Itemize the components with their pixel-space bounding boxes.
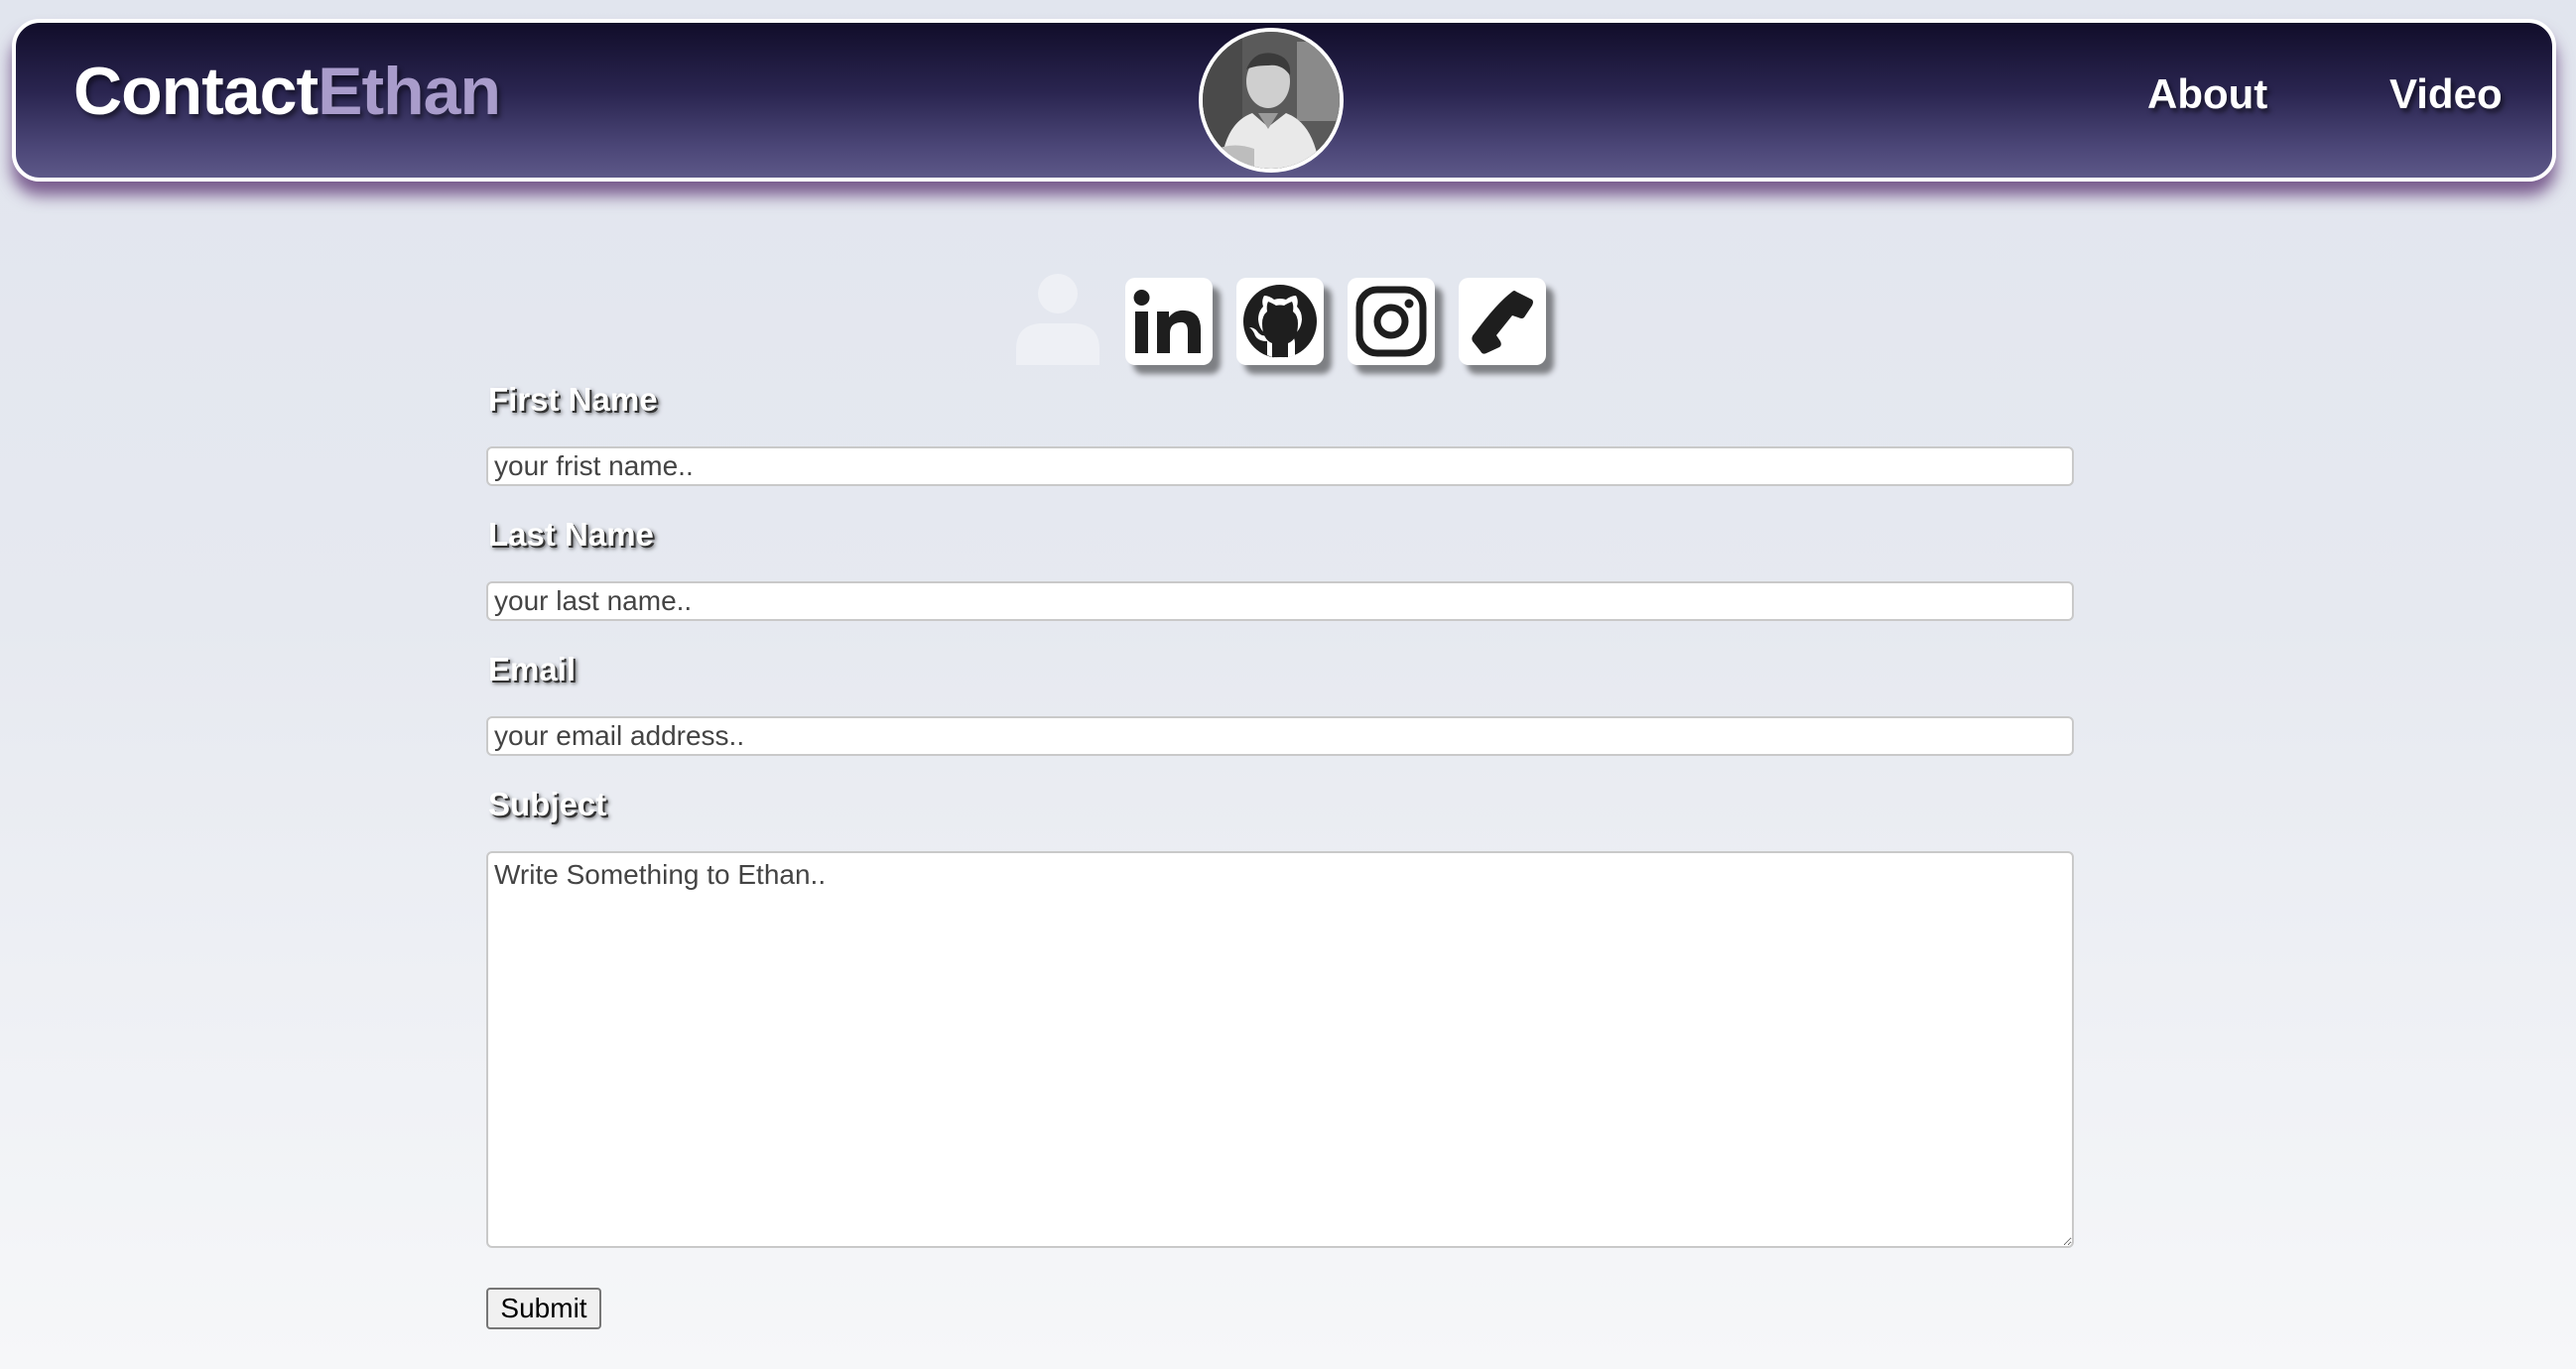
brand-logo[interactable]: ContactEthan — [73, 53, 501, 130]
linkedin-icon[interactable] — [1125, 278, 1213, 365]
nav-video-link[interactable]: Video — [2389, 70, 2503, 118]
last-name-input[interactable] — [486, 581, 2074, 621]
brand-text-contact: Contact — [73, 54, 319, 129]
first-name-label: First Name — [488, 381, 658, 418]
github-icon[interactable] — [1236, 278, 1324, 365]
top-header: ContactEthan About Video — [12, 19, 2556, 182]
brand-text-ethan: Ethan — [318, 54, 501, 129]
submit-button[interactable]: Submit — [486, 1288, 601, 1329]
subject-label: Subject — [488, 786, 607, 822]
email-label: Email — [488, 651, 577, 687]
email-input[interactable] — [486, 716, 2074, 756]
phone-icon[interactable] — [1459, 278, 1546, 365]
subject-textarea[interactable] — [486, 851, 2074, 1248]
avatar[interactable] — [1199, 28, 1344, 173]
last-name-label: Last Name — [488, 516, 654, 553]
nav-about-link[interactable]: About — [2147, 70, 2267, 118]
first-name-input[interactable] — [486, 446, 2074, 486]
person-icon — [1010, 270, 1105, 365]
instagram-icon[interactable] — [1348, 278, 1435, 365]
avatar-photo — [1203, 32, 1340, 169]
